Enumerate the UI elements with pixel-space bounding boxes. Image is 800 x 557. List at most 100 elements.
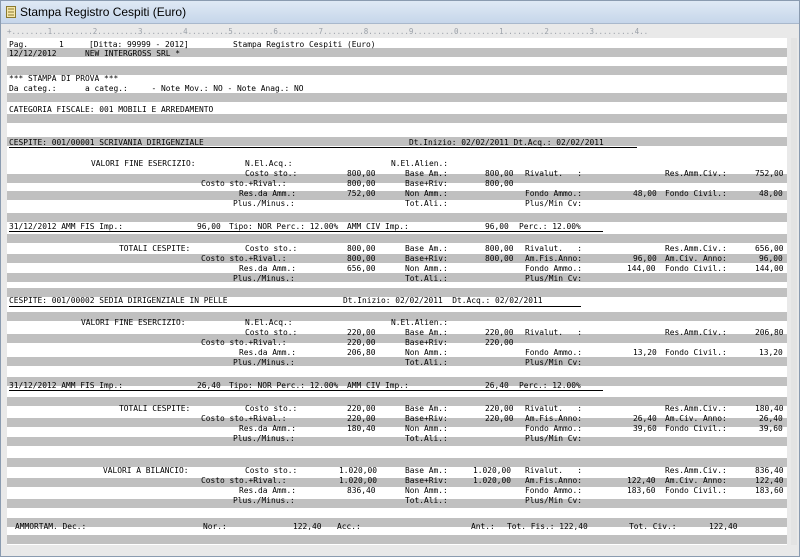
label: Base+Riv: [405, 179, 448, 188]
label: Fondo Ammo.: [525, 424, 583, 433]
label: N.El.Acq.: [245, 318, 293, 327]
label: Res.da Amm.: [239, 348, 297, 357]
asset-dates: Dt.Inizio: 02/02/2011 Dt.Acq.: 02/02/201… [343, 296, 543, 305]
label: Fondo Civil.: [665, 264, 727, 273]
label: Plus/Min Cv: [525, 496, 583, 505]
label: Plus./Minus.: [233, 496, 295, 505]
band [7, 213, 787, 222]
section-title: TOTALI CESPITE: [119, 244, 191, 253]
value: 206,80 [755, 328, 784, 337]
label: Res.da Amm.: [239, 189, 297, 198]
value: 144,00 [755, 264, 784, 273]
footer-tot-fis: Tot. Fis.: 122,40 [507, 522, 588, 531]
label: Costo sto.+Rival.: [201, 414, 287, 423]
label: Rivalut. : [525, 328, 583, 337]
report-page: Pag. 1 [Ditta: 99999 - 2012] Stampa Regi… [7, 38, 787, 545]
label: Acc.: [337, 522, 361, 531]
label: Costo sto.: [245, 328, 298, 337]
label: Tot.Ali.: [405, 358, 448, 367]
value: 180,40 [755, 404, 784, 413]
label: N.El.Acq.: [245, 159, 293, 168]
value: 220,00 [485, 328, 514, 337]
label: Rivalut. : [525, 404, 583, 413]
report-date: 12/12/2012 [9, 49, 57, 58]
underline [9, 231, 603, 232]
category-line: CATEGORIA FISCALE: 001 MOBILI E ARREDAME… [9, 105, 214, 114]
value: 39,60 [759, 424, 783, 433]
value: 122,40 [755, 476, 784, 485]
value: 180,40 [347, 424, 376, 433]
label: Non Amm.: [405, 424, 448, 433]
label: Fondo Ammo.: [525, 348, 583, 357]
page-number: 1 [59, 40, 64, 49]
label: Fondo Civil.: [665, 348, 727, 357]
value: 122,40 [293, 522, 322, 531]
value: 800,00 [485, 254, 514, 263]
label: Costo sto.+Rival.: [201, 179, 287, 188]
label: Plus/Min Cv: [525, 434, 583, 443]
label: Fondo Civil.: [665, 189, 727, 198]
value: 836,40 [347, 486, 376, 495]
label: Plus./Minus.: [233, 434, 295, 443]
section-title: TOTALI CESPITE: [119, 404, 191, 413]
value: 656,00 [347, 264, 376, 273]
label: Costo sto.: [245, 466, 298, 475]
value: 1.020,00 [473, 466, 512, 475]
label: Rivalut. : [525, 466, 583, 475]
label: Base+Riv: [405, 338, 448, 347]
value: 752,00 [347, 189, 376, 198]
label: Plus./Minus.: [233, 358, 295, 367]
label: Base Am.: [405, 244, 448, 253]
label: Fondo Civil.: [665, 424, 727, 433]
band [7, 437, 787, 446]
band [7, 535, 787, 544]
label: Tot.Ali.: [405, 199, 448, 208]
value: 752,00 [755, 169, 784, 178]
value: 800,00 [347, 244, 376, 253]
label: Tot.Ali.: [405, 434, 448, 443]
label: Non Amm.: [405, 486, 448, 495]
band [7, 66, 787, 75]
value: 26,40 [759, 414, 783, 423]
label: Base+Riv: [405, 254, 448, 263]
label: Base+Riv: [405, 414, 448, 423]
document-icon [6, 6, 16, 18]
label: Tot.Ali.: [405, 496, 448, 505]
label: Am.Fis.Anno: [525, 476, 583, 485]
label: Res.Amm.Civ.: [665, 169, 727, 178]
value: 1.020,00 [473, 476, 512, 485]
value: 800,00 [485, 244, 514, 253]
title-bar: Stampa Registro Cespiti (Euro) [1, 1, 799, 24]
window-title: Stampa Registro Cespiti (Euro) [20, 5, 187, 19]
value: 13,20 [633, 348, 657, 357]
value: 39,60 [633, 424, 657, 433]
value: 183,60 [627, 486, 656, 495]
band [7, 114, 787, 123]
label: Fondo Ammo.: [525, 264, 583, 273]
value: 800,00 [347, 169, 376, 178]
label: Costo sto.+Rival.: [201, 476, 287, 485]
label: Rivalut. : [525, 244, 583, 253]
underline [9, 390, 603, 391]
value: 122,40 [709, 522, 738, 531]
value: 122,40 [627, 476, 656, 485]
label: N.El.Alien.: [391, 159, 449, 168]
band [7, 357, 787, 366]
value: 48,00 [759, 189, 783, 198]
label: Plus./Minus.: [233, 199, 295, 208]
section-title: VALORI A BILANCIO: [103, 466, 189, 475]
value: 48,00 [633, 189, 657, 198]
value: 220,00 [347, 338, 376, 347]
label: Base Am.: [405, 328, 448, 337]
label: Base+Riv: [405, 476, 448, 485]
value: 800,00 [347, 254, 376, 263]
underline [9, 147, 637, 148]
value: 220,00 [347, 404, 376, 413]
value: 26,40 [633, 414, 657, 423]
label: Non Amm.: [405, 348, 448, 357]
label: Costo sto.: [245, 244, 298, 253]
test-banner: *** STAMPA DI PROVA *** [9, 74, 119, 83]
label: Plus/Min Cv: [525, 199, 583, 208]
ruler: +........1.........2.........3.........4… [7, 27, 649, 36]
vertical-scrollbar[interactable] [791, 38, 797, 545]
